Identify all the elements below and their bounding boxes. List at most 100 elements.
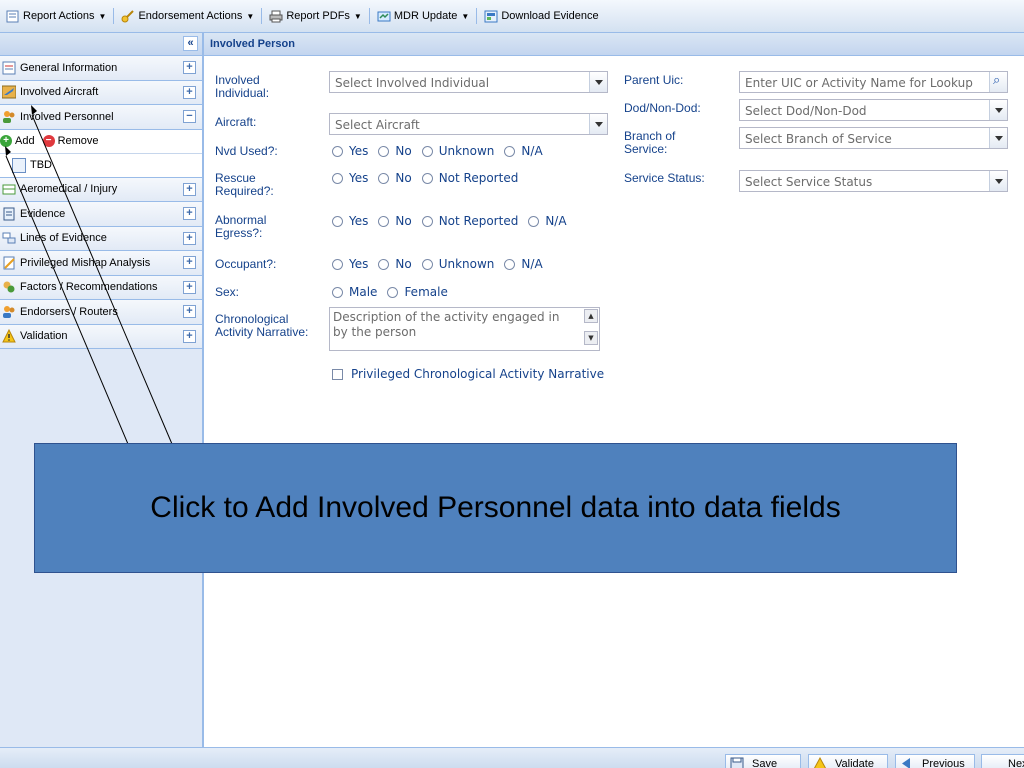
nvd-radio-no[interactable]: No <box>378 144 412 158</box>
sidebar-item-privileged-mishap-analysis[interactable]: Privileged Mishap Analysis + <box>0 251 202 276</box>
arrow-left-icon <box>900 757 914 768</box>
toolbar-separator <box>261 8 263 24</box>
aircraft-icon <box>1 85 17 99</box>
evidence-icon <box>2 207 16 221</box>
rescue-radio-not-reported[interactable]: Not Reported <box>421 171 518 185</box>
involved-person-panel: Involved Person Involved Individual: Airc… <box>204 33 1024 747</box>
instruction-callout: Click to Add Involved Personnel data int… <box>34 443 957 573</box>
expand-icon[interactable]: + <box>183 85 196 99</box>
sex-radio-group: Male Female <box>332 285 458 299</box>
occupant-radio-unknown[interactable]: Unknown <box>421 257 494 271</box>
warning-icon <box>813 756 827 768</box>
chevron-down-icon: ▼ <box>461 11 470 21</box>
checkbox-box[interactable] <box>332 368 343 380</box>
search-icon[interactable] <box>989 72 1007 92</box>
panel-title: Involved Person <box>204 33 1024 56</box>
report-icon <box>6 10 20 23</box>
nvd-radio-unknown[interactable]: Unknown <box>421 144 494 158</box>
sidebar-item-lines-of-evidence[interactable]: Lines of Evidence + <box>0 226 202 251</box>
expand-icon[interactable]: + <box>183 280 196 294</box>
personnel-record-item[interactable]: TBD <box>0 153 202 178</box>
nvd-radio-yes[interactable]: Yes <box>332 144 368 158</box>
chevron-down-icon[interactable] <box>589 72 607 92</box>
chevron-down-icon[interactable] <box>989 100 1007 120</box>
chevron-down-icon: ▼ <box>98 11 107 21</box>
occupant-radio-yes[interactable]: Yes <box>332 257 368 271</box>
textarea-scrollbar[interactable]: ▲ ▼ <box>584 309 598 347</box>
nvd-radio-na[interactable]: N/A <box>504 144 543 158</box>
sidebar-item-involved-aircraft[interactable]: Involved Aircraft + <box>0 80 202 105</box>
service-status-combo[interactable]: Select Service Status <box>739 170 1008 192</box>
label-dod-non-dod: Dod/Non-Dod: <box>624 101 701 115</box>
save-icon <box>730 757 744 768</box>
endorsement-actions-button[interactable]: Endorsement Actions ▼ <box>117 5 258 27</box>
sidebar-item-general-information[interactable]: General Information + <box>0 56 202 81</box>
save-button[interactable]: Save <box>725 754 801 768</box>
top-toolbar: Report Actions ▼ Endorsement Actions ▼ Rep… <box>0 0 1024 33</box>
dod-non-dod-combo[interactable]: Select Dod/Non-Dod <box>739 99 1008 121</box>
lines-icon <box>2 231 16 245</box>
report-actions-button[interactable]: Report Actions ▼ <box>2 5 110 27</box>
key-icon <box>121 9 135 23</box>
expand-icon[interactable]: + <box>183 329 196 343</box>
previous-button[interactable]: Previous <box>895 754 975 768</box>
expand-icon[interactable]: + <box>183 256 196 269</box>
remove-personnel-button[interactable]: − Remove <box>42 135 99 147</box>
collapse-sidebar-button[interactable]: « <box>183 36 198 51</box>
expand-icon[interactable]: + <box>183 231 196 245</box>
branch-of-service-combo[interactable]: Select Branch of Service <box>739 127 1008 149</box>
egress-radio-na[interactable]: N/A <box>528 214 567 228</box>
sex-radio-male[interactable]: Male <box>332 285 377 299</box>
rescue-radio-no[interactable]: No <box>378 171 412 185</box>
label-chronological-narrative: Chronological Activity Narrative: <box>215 312 309 339</box>
occupant-radio-na[interactable]: N/A <box>504 257 543 271</box>
label-occupant: Occupant?: <box>215 257 277 271</box>
sex-radio-female[interactable]: Female <box>387 285 448 299</box>
label-aircraft: Aircraft: <box>215 115 257 129</box>
next-button[interactable]: Next <box>981 754 1024 768</box>
collapse-icon[interactable]: − <box>183 110 196 123</box>
egress-radio-yes[interactable]: Yes <box>332 214 368 228</box>
occupant-radio-no[interactable]: No <box>378 257 412 271</box>
sidebar-item-aeromedical-injury[interactable]: Aeromedical / Injury + <box>0 177 202 202</box>
egress-radio-not-reported[interactable]: Not Reported <box>421 214 518 228</box>
analysis-icon <box>2 256 16 270</box>
personnel-actions: + Add − Remove <box>0 129 202 154</box>
validate-button[interactable]: Validate <box>808 754 888 768</box>
privileged-narrative-checkbox[interactable]: Privileged Chronological Activity Narrat… <box>332 367 604 381</box>
egress-radio-no[interactable]: No <box>378 214 412 228</box>
toolbar-separator <box>113 8 115 24</box>
scroll-up-icon[interactable]: ▲ <box>584 309 598 323</box>
chevron-down-icon[interactable] <box>589 114 607 134</box>
download-evidence-button[interactable]: Download Evidence <box>480 5 602 27</box>
expand-icon[interactable]: + <box>183 182 196 196</box>
mdr-update-button[interactable]: MDR Update ▼ <box>373 5 474 27</box>
callout-text: Click to Add Involved Personnel data int… <box>150 491 841 524</box>
chevron-down-icon[interactable] <box>989 128 1007 148</box>
sidebar-item-involved-personnel[interactable]: Involved Personnel − <box>0 105 202 130</box>
expand-icon[interactable]: + <box>183 305 196 318</box>
endorsers-icon <box>2 305 16 319</box>
chevron-down-icon[interactable] <box>989 171 1007 191</box>
expand-icon[interactable]: + <box>183 207 196 220</box>
add-personnel-button[interactable]: + Add <box>0 135 35 147</box>
parent-uic-lookup[interactable]: Enter UIC or Activity Name for Lookup <box>739 71 1008 93</box>
chronological-narrative-textarea[interactable]: Description of the activity engaged in b… <box>329 307 600 351</box>
expand-icon[interactable]: + <box>183 61 196 74</box>
bottom-button-bar: Save Validate Previous Next <box>0 747 1024 768</box>
sidebar-item-factors-recommendations[interactable]: Factors / Recommendations + <box>0 275 202 300</box>
report-pdfs-button[interactable]: Report PDFs ▼ <box>265 5 366 27</box>
label-nvd-used: Nvd Used?: <box>215 144 278 158</box>
medical-icon <box>2 182 16 196</box>
sidebar-item-endorsers-routers[interactable]: Endorsers / Routers + <box>0 300 202 325</box>
sidebar-item-validation[interactable]: Validation + <box>0 324 202 349</box>
involved-individual-combo[interactable]: Select Involved Individual <box>329 71 608 93</box>
rescue-required-radio-group: Yes No Not Reported <box>332 171 528 185</box>
rescue-radio-yes[interactable]: Yes <box>332 171 368 185</box>
label-rescue-required: Rescue Required?: <box>215 171 274 198</box>
sidebar-item-evidence[interactable]: Evidence + <box>0 202 202 227</box>
scroll-down-icon[interactable]: ▼ <box>584 331 598 345</box>
aircraft-combo[interactable]: Select Aircraft <box>329 113 608 135</box>
chevron-down-icon: ▼ <box>353 11 362 21</box>
form-icon <box>2 61 16 75</box>
